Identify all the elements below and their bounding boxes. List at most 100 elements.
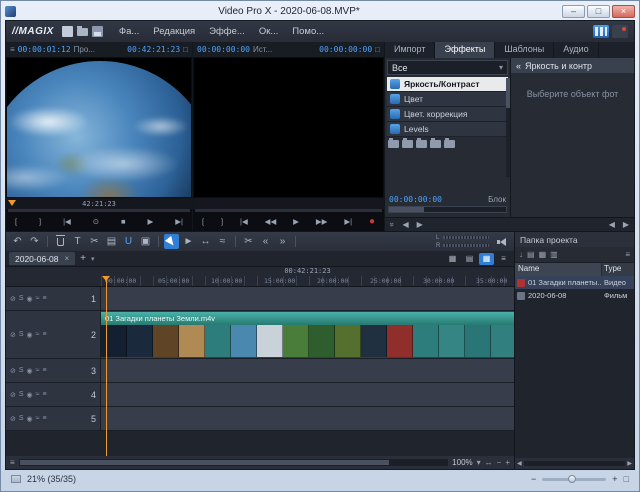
menu-item[interactable]: Фа... [113,24,145,39]
close-button[interactable]: × [612,5,635,18]
effect-item[interactable]: Цвет. коррекция [387,107,508,122]
undo-button[interactable]: ↶ [10,234,25,249]
play-button[interactable]: ▶ [148,217,154,226]
record-arm-icon[interactable]: ◉ [27,367,33,375]
preview-quality-slider[interactable] [542,478,606,481]
menu-item[interactable]: Помо... [286,24,330,39]
scrub-position-marker[interactable] [8,200,16,210]
source-video-display[interactable] [194,58,383,197]
stretch-tool-button[interactable]: ↔ [198,234,213,249]
open-project-icon[interactable] [77,28,88,36]
folder-icon[interactable] [416,140,427,148]
range-end-button[interactable]: ] [221,217,223,226]
effects-tab[interactable]: Импорт [385,42,435,58]
automation-button[interactable]: ▤ [104,234,119,249]
track-menu-icon[interactable]: ≡ [43,391,47,398]
record-arm-icon[interactable]: ◉ [27,331,33,339]
trim-start-button[interactable]: « [258,234,273,249]
track-menu-icon[interactable]: ≡ [43,331,47,338]
rewind-button[interactable]: ◀◀ [265,217,277,226]
track-body[interactable]: 01 Загадки планеты Земли.m4v [101,311,514,358]
ruler-ticks[interactable]: 00:00:0005:00:0010:00:0015:00:0020:00:00… [101,276,514,286]
waveform-icon[interactable]: ≈ [36,415,40,422]
waveform-icon[interactable]: ≈ [36,295,40,302]
speaker-button[interactable] [495,234,510,249]
waveform-icon[interactable]: ≈ [36,391,40,398]
hamburger-icon[interactable]: ≡ [10,458,15,467]
add-movie-button[interactable]: + [78,253,88,264]
track-body[interactable] [101,359,514,382]
scroll-right-icon[interactable]: ▶ [417,220,423,229]
scroll-left-icon[interactable]: ◀ [402,220,408,229]
mode-multicam-button[interactable]: ≡ [496,253,511,265]
options-button[interactable]: ▥ [550,250,558,259]
effect-detail-header[interactable]: « Яркость и контр [511,58,634,73]
track-menu-icon[interactable]: ≡ [43,415,47,422]
panel-menu-button[interactable]: ≡ [625,250,630,259]
record-button[interactable]: ● [369,216,375,227]
lock-icon[interactable]: ⊘ [10,415,16,423]
export-icon[interactable] [612,25,628,38]
detach-monitor-icon[interactable]: □ [375,45,380,54]
detach-monitor-icon[interactable]: □ [183,45,188,54]
folder-icon[interactable] [402,140,413,148]
track-body[interactable] [101,383,514,406]
range-end-button[interactable]: ] [39,217,41,226]
scrollbar-thumb[interactable] [20,460,389,465]
record-source-button[interactable]: ▤ [527,250,535,259]
lock-icon[interactable]: ⊘ [10,391,16,399]
expand-down-icon[interactable]: » [388,222,397,226]
solo-icon[interactable]: S [19,367,24,374]
slider-thumb[interactable] [389,207,424,212]
scrollbar-track[interactable] [524,461,626,466]
solo-icon[interactable]: S [19,415,24,422]
zoom-in-icon[interactable]: + [505,458,510,467]
program-video-display[interactable] [7,58,191,197]
delete-button[interactable] [53,234,68,249]
track-header[interactable]: ⊘S◉≈≡5 [6,407,101,430]
effects-list-scrollbar[interactable] [506,78,510,177]
record-arm-icon[interactable]: ◉ [27,415,33,423]
track-menu-icon[interactable]: ≡ [43,295,47,302]
track-header[interactable]: ⊘S◉≈≡4 [6,383,101,406]
effects-tab[interactable]: Шаблоны [495,42,554,58]
loop-button[interactable]: ⊙ [93,217,99,226]
lock-icon[interactable]: ⊘ [10,331,16,339]
trim-end-button[interactable]: » [275,234,290,249]
split-button[interactable]: ✂ [241,234,256,249]
title-bar[interactable]: Video Pro X - 2020-06-08.MVP* – □ × [5,3,635,20]
column-header-type[interactable]: Type [602,263,634,276]
folder-icon[interactable] [444,140,455,148]
fit-width-icon[interactable]: ↔ [485,458,493,467]
timeline-ruler[interactable]: 00:42:21:23 00:00:0005:00:0010:00:0015:0… [6,267,514,287]
effect-item[interactable]: Цвет [387,92,508,107]
jump-end-button[interactable]: ▶| [175,217,183,226]
effect-category-dropdown[interactable]: Все ▾ [387,60,508,75]
mode-overview-button[interactable]: ▦ [445,253,460,265]
scroll-left-icon[interactable]: ◀ [517,460,522,467]
track-body[interactable] [101,407,514,430]
forward-button[interactable]: ▶▶ [316,217,328,226]
save-project-icon[interactable] [92,26,103,37]
waveform-icon[interactable]: ≈ [36,331,40,338]
new-project-icon[interactable] [62,26,73,37]
folder-icon[interactable] [388,140,399,148]
menu-item[interactable]: Редакция [147,24,201,39]
video-clip[interactable]: 01 Загадки планеты Земли.m4v [101,312,514,357]
timeline-hscrollbar[interactable] [19,459,449,466]
jump-end-button[interactable]: ▶| [344,217,352,226]
zoom-in-icon[interactable]: + [612,474,617,484]
track-header[interactable]: ⊘S◉≈≡3 [6,359,101,382]
project-row[interactable]: 01 Загадки планеты...Видео [515,276,634,289]
program-scrub-bar[interactable]: 42:21:23 [6,198,192,209]
waveform-icon[interactable]: ≈ [36,367,40,374]
track-header[interactable]: ⊘S◉≈≡2 [6,311,101,358]
expand-icon[interactable]: □ [624,474,629,484]
zoom-level-label[interactable]: 100% [452,458,472,467]
play-button[interactable]: ▶ [293,217,299,226]
redo-button[interactable]: ↷ [27,234,42,249]
scroll-right-icon[interactable]: ▶ [623,220,629,229]
folder-icon[interactable] [430,140,441,148]
monitor-menu-icon[interactable]: ≡ [10,45,15,54]
zoom-out-icon[interactable]: − [497,458,502,467]
